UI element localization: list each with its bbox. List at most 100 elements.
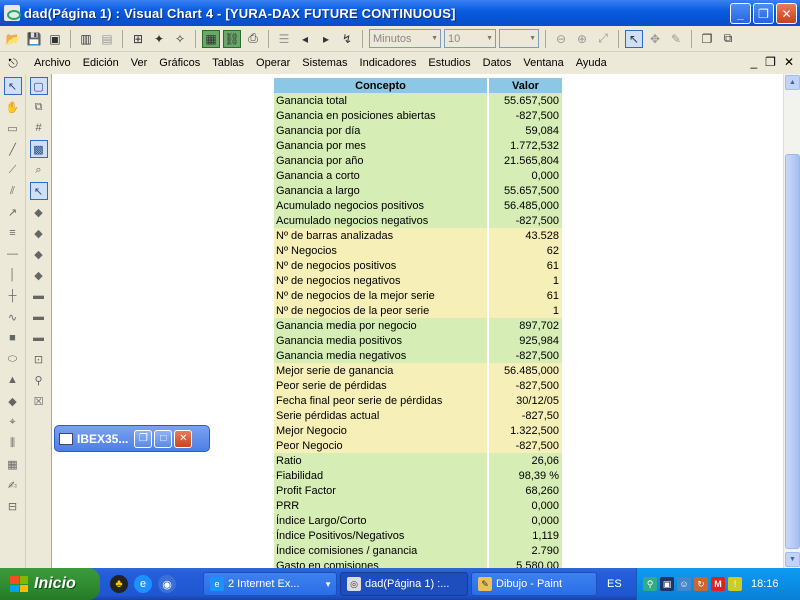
table-row[interactable]: Nº de barras analizadas 43.528 xyxy=(274,228,562,243)
column-header-concepto[interactable]: Concepto xyxy=(274,78,489,93)
table-row[interactable]: Ganancia por mes 1.772,532 xyxy=(274,138,562,153)
column-header-valor[interactable]: Valor xyxy=(488,78,562,93)
start-button[interactable]: Inicio xyxy=(0,568,100,600)
spy-icon[interactable]: ⌕ xyxy=(30,161,48,179)
table-row[interactable]: Mejor Negocio 1.322,500 xyxy=(274,423,562,438)
internet-explorer-icon[interactable]: e xyxy=(134,575,152,593)
pointer-icon[interactable]: ↖ xyxy=(625,29,643,48)
window-tile-icon[interactable]: ⧉ xyxy=(719,30,737,48)
minimize-button[interactable]: _ xyxy=(730,3,751,24)
table-row[interactable]: Fiabilidad 98,39 % xyxy=(274,468,562,483)
minimized-child-window[interactable]: IBEX35... ❐ □ ✕ xyxy=(54,425,210,452)
menu-indicadores[interactable]: Indicadores xyxy=(354,57,423,69)
document-icon[interactable]: ⎋ xyxy=(4,54,22,72)
channel-icon[interactable]: ⫽ xyxy=(4,182,22,200)
ray-icon[interactable]: ↗ xyxy=(4,203,22,221)
display-tray-icon[interactable]: ▣ xyxy=(660,577,674,591)
table-row[interactable]: Nº de negocios de la mejor serie 61 xyxy=(274,288,562,303)
save-icon[interactable]: 💾 xyxy=(25,30,43,48)
table-row[interactable]: Serie pérdidas actual -827,50 xyxy=(274,408,562,423)
scroll-right-icon[interactable]: ▸ xyxy=(317,30,335,48)
menu-ayuda[interactable]: Ayuda xyxy=(570,57,613,69)
alert-tray-icon[interactable]: ! xyxy=(728,577,742,591)
grid-fine-icon[interactable]: ▩ xyxy=(29,140,48,158)
table-row[interactable]: Ganancia por día 59,084 xyxy=(274,123,562,138)
table-row[interactable]: Índice comisiones / ganancia 2.790 xyxy=(274,543,562,558)
new-chart-icon[interactable]: ⊞ xyxy=(129,30,147,48)
square-icon[interactable]: ■ xyxy=(4,329,22,347)
app-icon[interactable] xyxy=(4,5,21,21)
select-arrow-icon[interactable]: ↖ xyxy=(3,77,22,95)
block-icon[interactable]: ▬ xyxy=(30,329,48,347)
table-icon[interactable]: ▦ xyxy=(4,455,22,473)
grid-toggle-icon[interactable]: ▦ xyxy=(202,29,220,48)
interval-select[interactable]: Minutos xyxy=(369,29,441,48)
columns-icon[interactable]: ⫼ xyxy=(4,434,22,452)
table-row[interactable]: Mejor serie de ganancia 56.485,000 xyxy=(274,363,562,378)
triangle-icon[interactable]: ▲ xyxy=(4,371,22,389)
scrollbar-thumb[interactable] xyxy=(785,154,800,549)
mdi-minimize-button[interactable]: _ xyxy=(750,55,757,69)
scroll-up-arrow-icon[interactable]: ▲ xyxy=(785,75,800,90)
close-box-icon[interactable]: ☒ xyxy=(30,392,48,410)
line-icon[interactable]: ╱ xyxy=(4,140,22,158)
table-row[interactable]: Ratio 26,06 xyxy=(274,453,562,468)
cursor-icon[interactable]: ↖ xyxy=(29,182,48,200)
zoom-fit-icon[interactable]: ⤢ xyxy=(594,30,612,48)
table-row[interactable]: Peor serie de pérdidas -827,500 xyxy=(274,378,562,393)
table-row[interactable]: Ganancia media por negocio 897,702 xyxy=(274,318,562,333)
mdi-close-button[interactable]: ✕ xyxy=(784,55,794,69)
cursor-select-icon[interactable]: ✥ xyxy=(646,30,664,48)
hand-icon[interactable]: ✋ xyxy=(4,98,22,116)
menu-ver[interactable]: Ver xyxy=(125,57,154,69)
pin-icon[interactable]: ⚲ xyxy=(30,371,48,389)
block-icon[interactable]: ▬ xyxy=(30,308,48,326)
menu-operar[interactable]: Operar xyxy=(250,57,296,69)
horizontal-line-icon[interactable]: ― xyxy=(4,245,22,263)
crosshair-icon[interactable]: ┼ xyxy=(4,287,22,305)
draw-line-icon[interactable]: ↯ xyxy=(338,30,356,48)
bar-chart-icon[interactable]: ▥ xyxy=(77,30,95,48)
network-tray-icon[interactable]: ⚲ xyxy=(643,577,657,591)
diamond-icon[interactable]: ◆ xyxy=(4,392,22,410)
table-row[interactable]: Nº de negocios negativos 1 xyxy=(274,273,562,288)
print-icon[interactable]: ⎙ xyxy=(244,30,262,48)
menu-tablas[interactable]: Tablas xyxy=(206,57,250,69)
pen-icon[interactable]: ✍ xyxy=(4,476,22,494)
table-row[interactable]: Nº Negocios 62 xyxy=(274,243,562,258)
task-internet-explorer[interactable]: e 2 Internet Ex... ▼ xyxy=(203,572,337,596)
table-row[interactable]: Ganancia a largo 55.657,500 xyxy=(274,183,562,198)
table-row[interactable]: PRR 0,000 xyxy=(274,498,562,513)
table-row[interactable]: Fecha final peor serie de pérdidas 30/12/… xyxy=(274,393,562,408)
table-row[interactable]: Ganancia total 55.657,500 xyxy=(274,93,562,108)
table-row[interactable]: Nº de negocios de la peor serie 1 xyxy=(274,303,562,318)
layers-icon[interactable]: ⧉ xyxy=(30,98,48,116)
menu-sistemas[interactable]: Sistemas xyxy=(296,57,353,69)
language-indicator[interactable]: ES xyxy=(607,578,622,590)
table-row[interactable]: Ganancia en posiciones abiertas -827,500 xyxy=(274,108,562,123)
brush-icon[interactable]: ✎ xyxy=(667,30,685,48)
diamond-small-icon[interactable]: ◆ xyxy=(30,203,48,221)
task-visual-chart[interactable]: ◎ dad(Página 1) :... xyxy=(340,572,468,596)
chart-dim-icon[interactable]: ▤ xyxy=(98,30,116,48)
solitaire-icon[interactable]: ♣ xyxy=(110,575,128,593)
rectangle-icon[interactable]: ▭ xyxy=(4,119,22,137)
block-icon[interactable]: ▬ xyxy=(30,287,48,305)
chart-wizard-icon[interactable]: ✦ xyxy=(150,30,168,48)
menu-archivo[interactable]: Archivo xyxy=(28,57,77,69)
people-tray-icon[interactable]: ☺ xyxy=(677,577,691,591)
window-frame-icon[interactable]: ▢ xyxy=(29,77,48,95)
messenger-tray-icon[interactable]: M xyxy=(711,577,725,591)
child-maximize-button[interactable]: □ xyxy=(154,429,173,448)
grid-icon[interactable]: # xyxy=(30,119,48,137)
restore-button[interactable]: ❐ xyxy=(753,3,774,24)
menu-graficos[interactable]: Gráficos xyxy=(153,57,206,69)
extra-select[interactable] xyxy=(499,29,539,48)
chart-template-icon[interactable]: ✧ xyxy=(171,30,189,48)
sync-tray-icon[interactable]: ↻ xyxy=(694,577,708,591)
table-row[interactable]: Profit Factor 68,260 xyxy=(274,483,562,498)
curve-icon[interactable]: ∿ xyxy=(4,308,22,326)
task-paint[interactable]: ✎ Dibujo - Paint xyxy=(471,572,597,596)
menu-estudios[interactable]: Estudios xyxy=(422,57,476,69)
close-button[interactable]: ✕ xyxy=(776,3,797,24)
